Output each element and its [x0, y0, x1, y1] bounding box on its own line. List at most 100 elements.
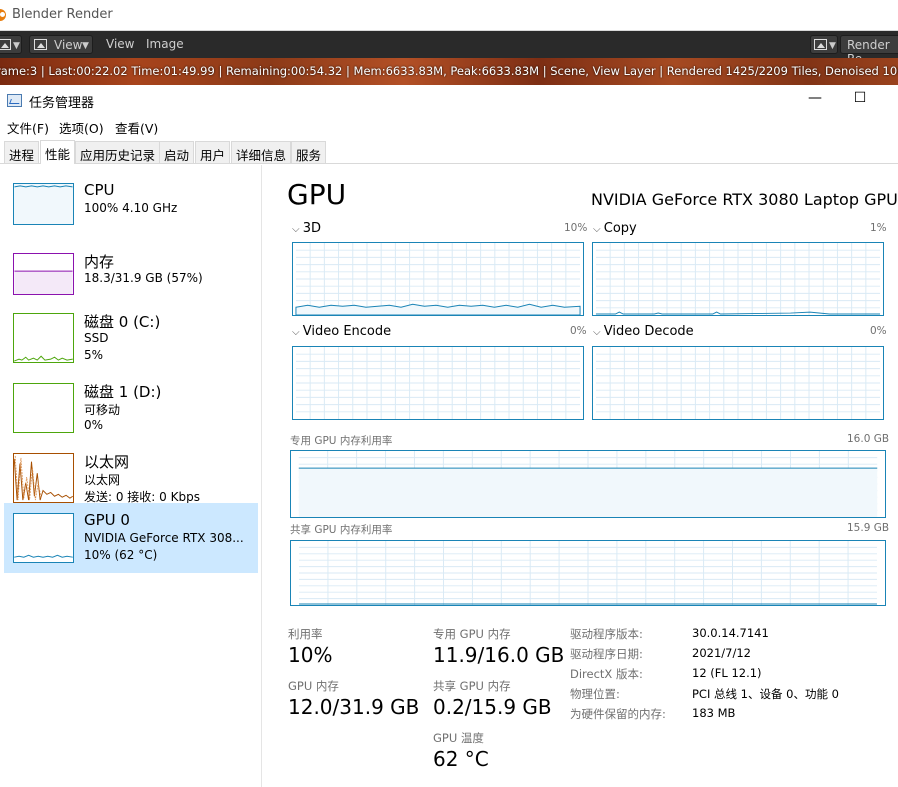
gpu-thumbnail-graph [13, 513, 74, 563]
tab-label: 进程 [9, 148, 35, 163]
utilization-value: 10% [288, 643, 333, 667]
tab-performance[interactable]: 性能 [40, 140, 76, 164]
sidebar-item-name: CPU [84, 181, 115, 199]
sidebar-item-detail: 100% 4.10 GHz [84, 201, 178, 215]
image-editor-icon [0, 39, 11, 50]
physical-location-label: 物理位置: [570, 687, 620, 701]
engine-3d-label: 3D [302, 221, 322, 236]
gpu-mem-value: 12.0/31.9 GB [288, 695, 420, 719]
driver-date-label: 驱动程序日期: [570, 647, 643, 661]
shared-mem-max: 15.9 GB [847, 522, 890, 534]
ethernet-thumbnail-graph [13, 453, 74, 503]
sidebar-item-name: 以太网 [84, 453, 130, 471]
blender-window-title: Blender Render [12, 7, 113, 22]
view-mode-dropdown[interactable]: View ▼ [29, 35, 93, 54]
engine-copy-label: Copy [603, 221, 637, 236]
dedicated-gpu-mem-value: 11.9/16.0 GB [433, 643, 565, 667]
dedicated-mem-label: 专用 GPU 内存利用率 [290, 435, 393, 447]
chevron-down-icon: ⌵ [593, 327, 604, 338]
tab-processes[interactable]: 进程 [4, 141, 40, 163]
sidebar-item-detail: SSD [84, 331, 109, 345]
engine-copy-selector[interactable]: ⌵ Copy [593, 221, 637, 236]
engine-video-encode-graph [292, 346, 584, 420]
menu-view[interactable]: 查看(V) [115, 118, 158, 137]
cpu-thumbnail-graph [13, 183, 74, 225]
engine-3d-graph [292, 242, 584, 316]
disk-1-thumbnail-graph [13, 383, 74, 433]
engine-video-decode-selector[interactable]: ⌵ Video Decode [593, 324, 694, 339]
tab-services[interactable]: 服务 [291, 141, 327, 163]
editor-type-button[interactable]: ▼ [0, 35, 22, 54]
graph-grid [295, 347, 581, 419]
tab-label: 应用历史记录 [80, 148, 156, 163]
memory-thumbnail-graph [13, 253, 74, 295]
view-mode-label: View [54, 38, 83, 52]
tab-label: 用户 [200, 148, 226, 163]
tab-label: 启动 [164, 148, 190, 163]
engine-3d-selector[interactable]: ⌵ 3D [292, 221, 321, 236]
menu-file[interactable]: 文件(F) [7, 118, 49, 137]
disk-0-thumbnail-graph [13, 313, 74, 363]
menu-options[interactable]: 选项(O) [59, 118, 104, 137]
gpu-temp-label: GPU 温度 [433, 731, 484, 745]
engine-video-encode-label: Video Encode [302, 324, 392, 339]
page-title: GPU [287, 178, 347, 211]
tab-users[interactable]: 用户 [195, 141, 231, 163]
graph-grid [295, 243, 581, 315]
image-menu[interactable]: Image [146, 37, 184, 51]
tab-startup[interactable]: 启动 [159, 141, 195, 163]
image-browse-button[interactable]: ▼ [810, 35, 838, 54]
tab-details[interactable]: 详细信息 [231, 141, 292, 163]
tab-label: 详细信息 [236, 148, 287, 163]
sidebar-item-detail: NVIDIA GeForce RTX 308... [84, 531, 244, 545]
tab-label: 服务 [296, 148, 322, 163]
engine-video-encode-pct: 0% [570, 325, 587, 337]
shared-mem-graph [290, 540, 886, 606]
taskmgr-app-icon [7, 94, 22, 107]
tab-app-history[interactable]: 应用历史记录 [75, 141, 161, 163]
graph-grid [595, 347, 881, 419]
dedicated-mem-max: 16.0 GB [847, 433, 890, 445]
driver-version-label: 驱动程序版本: [570, 627, 643, 641]
chevron-down-icon: ⌵ [292, 224, 303, 235]
driver-version-value: 30.0.14.7141 [692, 626, 769, 640]
image-icon [814, 39, 827, 50]
view-menu[interactable]: View [106, 37, 134, 51]
sidebar-item-detail: 可移动 [84, 403, 121, 417]
sidebar-item-name: GPU 0 [84, 511, 130, 529]
engine-video-decode-pct: 0% [870, 325, 887, 337]
sidebar-item-cpu[interactable]: CPU 100% 4.10 GHz [4, 173, 258, 243]
dedicated-gpu-mem-label: 专用 GPU 内存 [433, 627, 511, 641]
performance-sidebar: CPU 100% 4.10 GHz 内存 18.3/31.9 GB (57%) … [0, 165, 262, 787]
engine-video-decode-graph [592, 346, 884, 420]
render-result-field[interactable]: Render Re [840, 35, 898, 66]
utilization-label: 利用率 [288, 627, 323, 641]
hardware-reserved-mem-value: 183 MB [692, 706, 736, 720]
engine-3d-pct: 10% [564, 222, 588, 234]
minimize-button[interactable]: — [805, 90, 825, 110]
sidebar-item-disk-0[interactable]: 磁盘 0 (C:) SSD 5% [4, 303, 258, 373]
sidebar-item-detail-2: 5% [84, 348, 104, 362]
render-stats-text: rame:3 | Last:00:22.02 Time:01:49.99 | R… [0, 64, 898, 78]
sidebar-item-disk-1[interactable]: 磁盘 1 (D:) 可移动 0% [4, 373, 258, 443]
shared-gpu-mem-label: 共享 GPU 内存 [433, 679, 511, 693]
directx-version-label: DirectX 版本: [570, 667, 643, 681]
maximize-button[interactable]: ☐ [850, 90, 870, 110]
graph-grid [595, 243, 881, 315]
render-stats-bar: rame:3 | Last:00:22.02 Time:01:49.99 | R… [0, 58, 898, 85]
sidebar-item-detail-2: 10% (62 °C) [84, 548, 158, 562]
taskmgr-title: 任务管理器 [29, 96, 95, 111]
gpu-temp-value: 62 °C [433, 747, 489, 771]
chevron-down-icon: ⌵ [292, 327, 303, 338]
chevron-down-icon: ▼ [13, 41, 20, 51]
physical-location-value: PCI 总线 1、设备 0、功能 0 [692, 687, 839, 701]
sidebar-item-name: 内存 [84, 253, 115, 271]
engine-video-decode-label: Video Decode [603, 324, 694, 339]
engine-video-encode-selector[interactable]: ⌵ Video Encode [292, 324, 391, 339]
engine-copy-pct: 1% [870, 222, 887, 234]
sidebar-item-detail: 以太网 [84, 473, 121, 487]
blender-image-editor-header: ▼ View ▼ View Image ▼ Render Re [0, 31, 898, 66]
shared-gpu-mem-value: 0.2/15.9 GB [433, 695, 552, 719]
sidebar-item-gpu-0[interactable]: GPU 0 NVIDIA GeForce RTX 308... 10% (62 … [4, 503, 258, 573]
graph-grid [299, 541, 877, 605]
